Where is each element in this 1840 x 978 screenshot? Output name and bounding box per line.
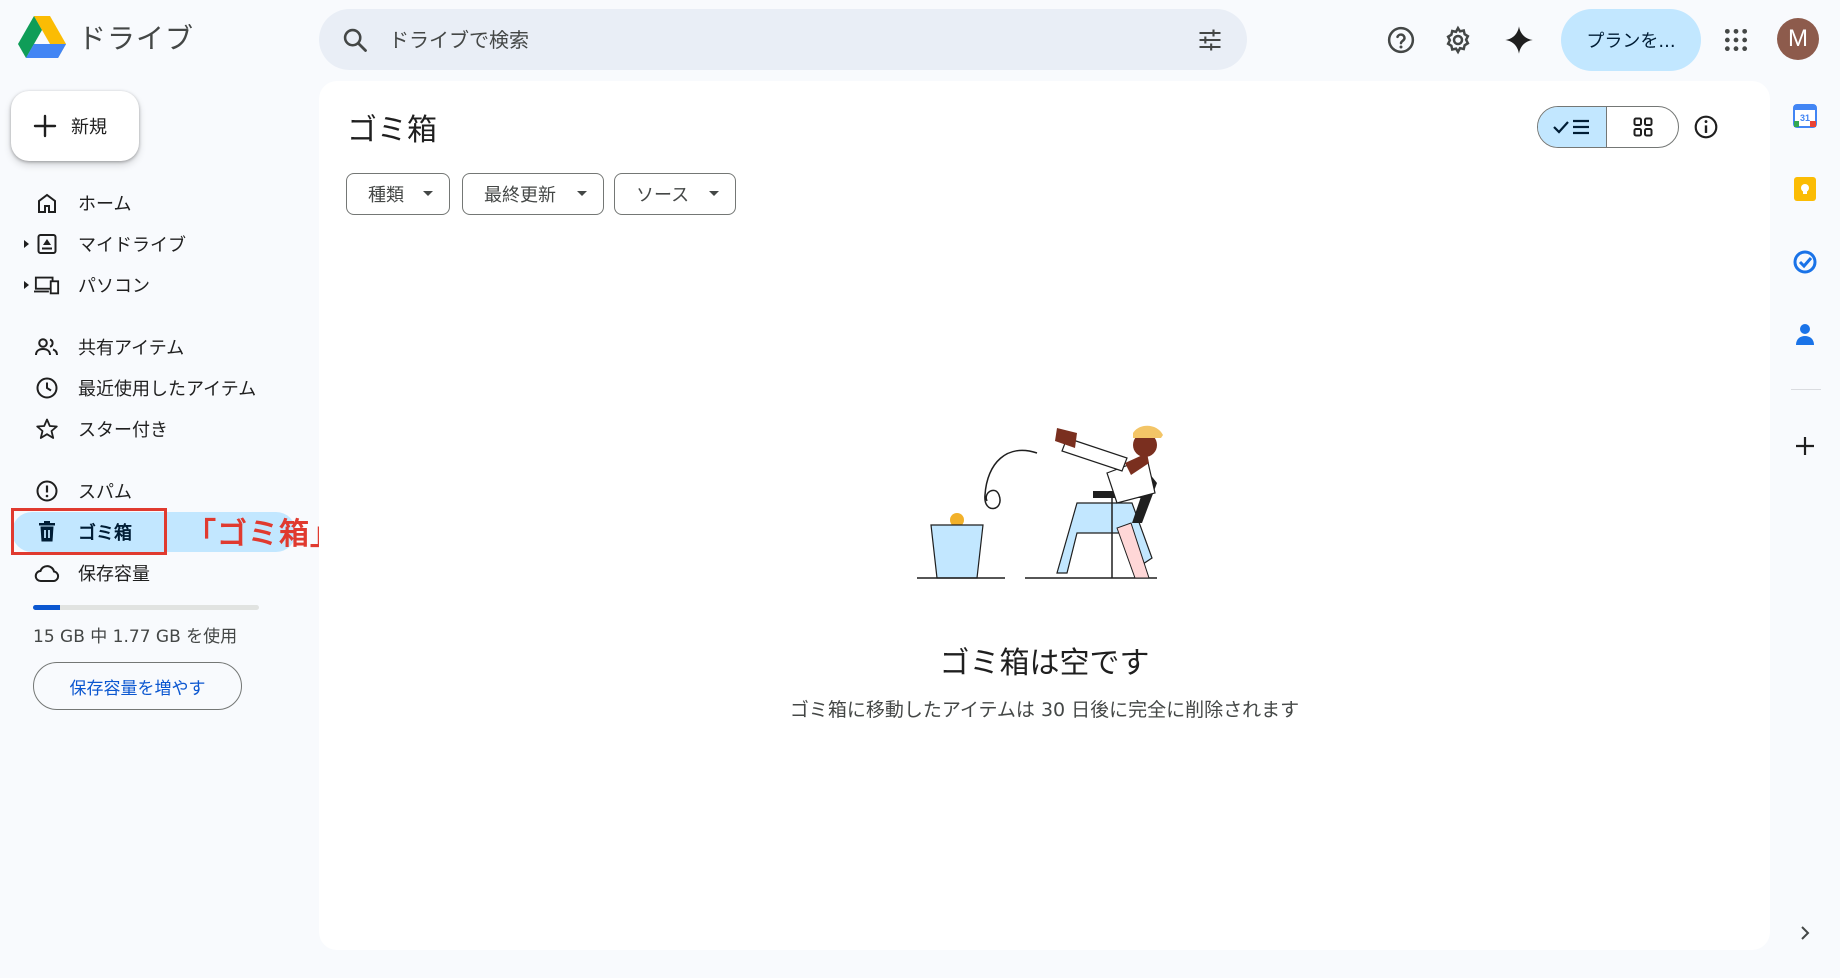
star-icon: [34, 416, 60, 442]
view-toggle[interactable]: [1537, 106, 1679, 148]
sidebar-item-recent[interactable]: 最近使用したアイテム: [12, 368, 292, 408]
help-icon[interactable]: [1379, 18, 1423, 62]
sidebar-item-label: 保存容量: [78, 564, 150, 585]
sidebar-item-label: 最近使用したアイテム: [78, 379, 257, 400]
cloud-icon: [34, 560, 60, 586]
add-icon[interactable]: [1793, 434, 1817, 458]
check-list-icon: [1553, 119, 1589, 135]
new-button-label: 新規: [71, 117, 107, 138]
filter-chip-modified[interactable]: 最終更新: [462, 173, 604, 215]
drive-logo-icon: [18, 16, 66, 58]
chip-label: ソース: [636, 185, 690, 206]
avatar[interactable]: M: [1777, 18, 1819, 60]
caret-right-icon[interactable]: [22, 280, 30, 290]
plan-button[interactable]: プランを...: [1561, 9, 1701, 71]
empty-trash-illustration: [917, 425, 1163, 579]
svg-text:31: 31: [1800, 113, 1810, 123]
home-icon: [34, 190, 60, 216]
sidebar-item-label: マイドライブ: [78, 235, 186, 256]
sidebar-item-spam[interactable]: スパム: [12, 471, 292, 511]
empty-state-description: ゴミ箱に移動したアイテムは 30 日後に完全に削除されます: [789, 699, 1300, 721]
storage-bar-fill: [33, 605, 60, 610]
grid-view-button[interactable]: [1607, 107, 1678, 147]
grid-icon: [1633, 117, 1652, 137]
plus-icon: [33, 114, 57, 138]
storage-bar: [33, 605, 259, 610]
get-more-storage-button[interactable]: 保存容量を増やす: [33, 662, 242, 710]
empty-state-title: ゴミ箱は空です: [939, 646, 1150, 681]
search-bar[interactable]: [319, 9, 1247, 70]
chip-label: 最終更新: [484, 185, 556, 206]
storage-usage-text: 15 GB 中 1.77 GB を使用: [33, 627, 238, 647]
computers-icon: [34, 272, 60, 298]
filter-chip-source[interactable]: ソース: [614, 173, 736, 215]
sidebar-item-label: スター付き: [78, 420, 168, 441]
dropdown-arrow-icon: [577, 191, 587, 196]
rail-divider: [1791, 389, 1821, 390]
dropdown-arrow-icon: [423, 191, 433, 196]
sidebar-item-storage[interactable]: 保存容量: [12, 553, 292, 593]
people-icon: [34, 334, 60, 360]
sidebar-item-label: パソコン: [78, 276, 150, 297]
info-icon[interactable]: [1693, 114, 1719, 140]
tune-icon[interactable]: [1196, 26, 1224, 54]
apps-icon[interactable]: [1714, 18, 1758, 62]
sidebar-item-label: 共有アイテム: [78, 338, 185, 359]
new-button[interactable]: 新規: [11, 91, 139, 161]
tasks-icon[interactable]: [1793, 250, 1817, 274]
sidebar-item-label: ホーム: [78, 194, 132, 215]
dropdown-arrow-icon: [709, 191, 719, 196]
search-icon[interactable]: [341, 26, 369, 54]
sidebar-item-shared[interactable]: 共有アイテム: [12, 327, 292, 367]
sidebar-item-starred[interactable]: スター付き: [12, 409, 292, 449]
page-title: ゴミ箱: [347, 113, 437, 148]
sidebar-item-my-drive[interactable]: マイドライブ: [12, 224, 292, 264]
chevron-right-icon[interactable]: [1793, 921, 1817, 945]
clock-icon: [34, 375, 60, 401]
keep-icon[interactable]: [1793, 177, 1817, 201]
chip-label: 種類: [368, 185, 404, 206]
app-title: ドライブ: [78, 22, 195, 55]
spam-icon: [34, 478, 60, 504]
drive-logo[interactable]: ドライブ: [18, 16, 194, 58]
calendar-icon[interactable]: 31: [1793, 104, 1817, 128]
my-drive-icon: [34, 231, 60, 257]
contacts-icon[interactable]: [1793, 322, 1817, 346]
annotation-highlight-box: [11, 508, 167, 555]
gemini-icon[interactable]: [1497, 18, 1541, 62]
sidebar-item-label: スパム: [78, 482, 132, 503]
list-view-button[interactable]: [1538, 107, 1608, 147]
sidebar-item-computers[interactable]: パソコン: [12, 265, 292, 305]
caret-right-icon[interactable]: [22, 239, 30, 249]
filter-chip-type[interactable]: 種類: [346, 173, 450, 215]
search-input[interactable]: [389, 21, 1149, 59]
settings-icon[interactable]: [1436, 18, 1480, 62]
main-panel: ゴミ箱 種類 最終更新 ソース ゴミ箱は空です ゴミ箱に移動したアイテムは 30: [319, 81, 1770, 950]
sidebar-item-home[interactable]: ホーム: [12, 183, 292, 223]
